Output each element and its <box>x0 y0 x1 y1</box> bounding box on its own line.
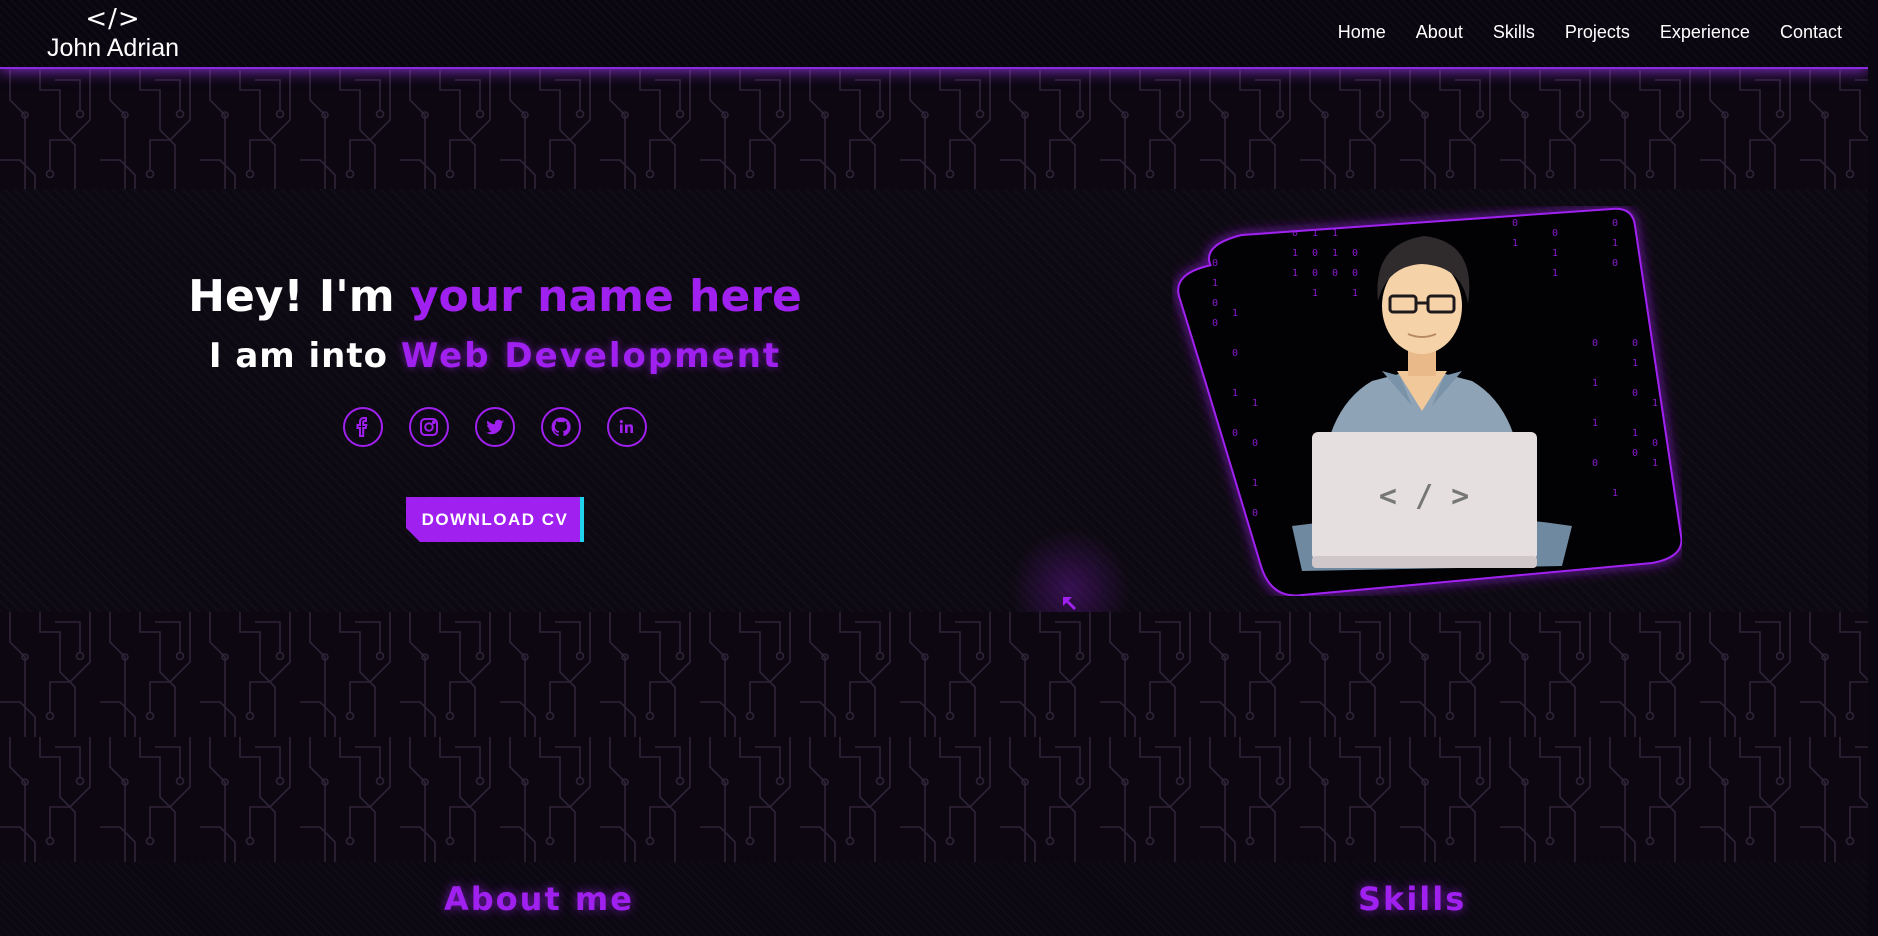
page: </> John Adrian Home About Skills Projec… <box>0 0 1878 936</box>
skills-heading: Skills <box>1358 880 1467 918</box>
svg-text:0: 0 <box>1612 258 1618 269</box>
svg-text:0: 0 <box>1352 248 1358 259</box>
svg-text:1: 1 <box>1332 248 1338 259</box>
greeting-name: your name here <box>409 271 802 322</box>
svg-text:1: 1 <box>1632 358 1638 369</box>
svg-text:0: 0 <box>1212 318 1218 329</box>
svg-text:0: 0 <box>1312 268 1318 279</box>
hero-subline: I am into Web Development <box>150 333 840 379</box>
svg-text:0: 0 <box>1632 388 1638 399</box>
hero-greeting: Hey! I'm your name here <box>150 269 840 325</box>
svg-text:1: 1 <box>1592 418 1598 429</box>
svg-text:0: 0 <box>1212 258 1218 269</box>
github-icon[interactable] <box>541 407 581 447</box>
nav-about[interactable]: About <box>1416 22 1463 43</box>
nav-links: Home About Skills Projects Experience Co… <box>1338 22 1842 43</box>
svg-text:0: 0 <box>1332 268 1338 279</box>
twitter-icon[interactable] <box>475 407 515 447</box>
scrollbar[interactable] <box>1868 0 1878 936</box>
hero-text: Hey! I'm your name here I am into Web De… <box>150 269 840 542</box>
svg-text:1: 1 <box>1312 288 1318 299</box>
svg-text:1: 1 <box>1652 458 1658 469</box>
circuit-background-bottom <box>0 612 1868 862</box>
instagram-icon[interactable] <box>409 407 449 447</box>
brand[interactable]: </> John Adrian <box>38 4 188 62</box>
svg-text:1: 1 <box>1652 398 1658 409</box>
svg-text:1: 1 <box>1292 268 1298 279</box>
svg-text:1: 1 <box>1212 278 1218 289</box>
svg-text:0: 0 <box>1312 248 1318 259</box>
linkedin-icon[interactable] <box>607 407 647 447</box>
svg-text:1: 1 <box>1352 288 1358 299</box>
svg-text:0: 0 <box>1292 228 1298 239</box>
svg-text:1: 1 <box>1252 398 1258 409</box>
svg-text:0: 0 <box>1632 448 1638 459</box>
svg-text:1: 1 <box>1592 378 1598 389</box>
nav-experience[interactable]: Experience <box>1660 22 1750 43</box>
svg-text:0: 0 <box>1212 298 1218 309</box>
nav-contact[interactable]: Contact <box>1780 22 1842 43</box>
circuit-background-top <box>0 70 1868 189</box>
svg-text:0: 0 <box>1512 218 1518 229</box>
brand-name: John Adrian <box>46 34 180 62</box>
greeting-prefix: Hey! I'm <box>188 271 410 322</box>
svg-text:1: 1 <box>1232 308 1238 319</box>
svg-text:1: 1 <box>1232 388 1238 399</box>
developer-illustration: 0 1 0 0 1 0 1 0 1 0 1 0 0 1 1 1 0 0 1 1 1 0 0 0 1 0 1 0 1 1 0… <box>1177 207 1682 596</box>
svg-text:0: 0 <box>1632 338 1638 349</box>
nav-home[interactable]: Home <box>1338 22 1386 43</box>
svg-text:1: 1 <box>1552 268 1558 279</box>
svg-text:0: 0 <box>1252 508 1258 519</box>
circuit-pattern <box>0 612 1868 862</box>
cursor-arrow-icon <box>1063 597 1076 610</box>
nav-projects[interactable]: Projects <box>1565 22 1630 43</box>
svg-text:1: 1 <box>1612 238 1618 249</box>
svg-text:0: 0 <box>1232 348 1238 359</box>
svg-text:0: 0 <box>1612 218 1618 229</box>
cv-wrap: DOWNLOAD CV <box>150 497 840 542</box>
svg-text:0: 0 <box>1652 438 1658 449</box>
svg-text:1: 1 <box>1332 228 1338 239</box>
download-cv-button[interactable]: DOWNLOAD CV <box>406 497 584 542</box>
typed-text: Web Development <box>400 336 782 376</box>
svg-text:1: 1 <box>1552 248 1558 259</box>
svg-text:1: 1 <box>1512 238 1518 249</box>
svg-text:0: 0 <box>1552 228 1558 239</box>
svg-text:1: 1 <box>1252 478 1258 489</box>
facebook-icon[interactable] <box>343 407 383 447</box>
svg-text:1: 1 <box>1632 428 1638 439</box>
about-heading: About me <box>444 880 634 918</box>
svg-text:0: 0 <box>1252 438 1258 449</box>
svg-text:0: 0 <box>1592 458 1598 469</box>
laptop-code-label: < / > <box>1379 479 1469 514</box>
svg-text:0: 0 <box>1232 428 1238 439</box>
subline-prefix: I am into <box>208 336 401 376</box>
svg-text:1: 1 <box>1612 488 1618 499</box>
navbar: </> John Adrian Home About Skills Projec… <box>0 0 1868 69</box>
svg-text:1: 1 <box>1292 248 1298 259</box>
nav-skills[interactable]: Skills <box>1493 22 1535 43</box>
svg-text:0: 0 <box>1592 338 1598 349</box>
svg-text:0: 0 <box>1352 268 1358 279</box>
circuit-pattern <box>0 70 1868 189</box>
code-logo-icon: </> <box>85 4 141 34</box>
social-links <box>150 407 840 447</box>
